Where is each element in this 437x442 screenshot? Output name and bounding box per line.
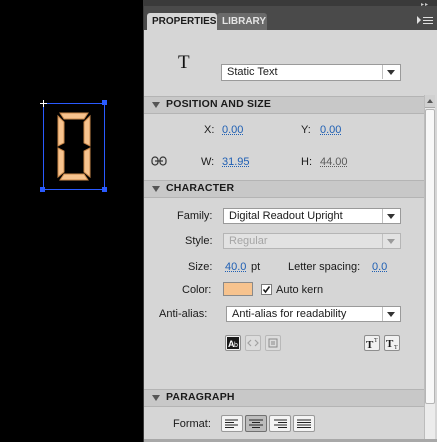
tab-library[interactable]: LIBRARY [217, 13, 267, 30]
section-title: CHARACTER [166, 182, 235, 194]
svg-text:T: T [386, 338, 394, 350]
text-color-swatch[interactable] [223, 282, 253, 296]
svg-text:T: T [394, 345, 398, 350]
svg-text:T: T [374, 338, 378, 344]
font-size-unit: pt [251, 261, 261, 273]
anti-alias-label: Anti-alias: [159, 308, 208, 320]
w-value[interactable]: 31.95 [222, 156, 250, 168]
superscript-icon: T T [366, 338, 378, 350]
collapse-arrows-icon[interactable]: ▸▸ [421, 1, 429, 8]
anti-alias-value: Anti-alias for readability [232, 308, 347, 320]
panel-tab-bar: ▸▸ PROPERTIES LIBRARY [144, 0, 437, 30]
y-value[interactable]: 0.00 [320, 124, 341, 136]
subscript-icon: T T [386, 338, 398, 350]
panel-content: T Static Text POSITION AND SIZE X: 0.00 … [144, 30, 424, 442]
html-tags-icon [247, 339, 259, 347]
panel-scrollbar[interactable] [424, 95, 435, 442]
align-left-button[interactable] [221, 415, 243, 432]
section-position-size[interactable]: POSITION AND SIZE [144, 96, 424, 114]
align-justify-icon [297, 419, 311, 428]
lock-proportions-icon[interactable] [151, 155, 167, 167]
checkmark-icon [262, 286, 271, 294]
stage[interactable] [0, 0, 143, 442]
text-type-dropdown[interactable]: Static Text [221, 64, 401, 81]
svg-text:T: T [366, 339, 374, 350]
panel-menu-icon[interactable] [415, 15, 433, 27]
disclosure-triangle-icon [152, 102, 160, 108]
show-border-button[interactable] [265, 335, 281, 351]
font-family-dropdown[interactable]: Digital Readout Upright [223, 208, 401, 224]
letter-spacing-label: Letter spacing: [288, 261, 361, 273]
x-value[interactable]: 0.00 [222, 124, 243, 136]
scroll-up-arrow-icon[interactable] [425, 95, 435, 108]
align-center-button[interactable] [245, 415, 267, 432]
seven-segment-digit-glyph [57, 112, 91, 181]
registration-point-icon [40, 100, 47, 107]
auto-kern-checkbox[interactable] [261, 284, 272, 295]
disclosure-triangle-icon [152, 395, 160, 401]
letter-spacing-value[interactable]: 0.0 [372, 261, 387, 273]
style-label: Style: [185, 235, 213, 247]
size-label: Size: [188, 261, 213, 273]
format-label: Format: [173, 418, 211, 430]
align-right-icon [274, 419, 287, 428]
svg-text:b: b [234, 342, 238, 349]
w-label: W: [201, 156, 215, 168]
h-value[interactable]: 44.00 [320, 156, 348, 168]
chevron-down-icon [382, 65, 400, 79]
section-paragraph[interactable]: PARAGRAPH [144, 389, 424, 407]
section-character[interactable]: CHARACTER [144, 180, 424, 198]
font-family-value: Digital Readout Upright [229, 210, 343, 222]
section-title: POSITION AND SIZE [166, 98, 272, 110]
panel-title-strip[interactable]: ▸▸ [144, 0, 437, 8]
y-label: Y: [301, 124, 311, 136]
disclosure-triangle-icon [152, 186, 160, 192]
align-right-button[interactable] [269, 415, 291, 432]
render-html-button[interactable] [245, 335, 261, 351]
h-label: H: [301, 156, 312, 168]
resize-handle-bottom-right[interactable] [102, 187, 107, 192]
x-label: X: [204, 124, 215, 136]
anti-alias-dropdown[interactable]: Anti-alias for readability [226, 306, 401, 322]
tab-properties[interactable]: PROPERTIES [147, 13, 217, 30]
chevron-down-icon [382, 234, 400, 248]
scrollbar-thumb[interactable] [425, 109, 435, 404]
chevron-down-icon [382, 209, 400, 223]
font-style-dropdown[interactable]: Regular [223, 233, 401, 249]
family-label: Family: [177, 210, 213, 222]
color-label: Color: [182, 284, 212, 296]
resize-handle-top-right[interactable] [102, 100, 107, 105]
auto-kern-label[interactable]: Auto kern [276, 284, 323, 296]
section-title: PARAGRAPH [166, 391, 235, 403]
superscript-button[interactable]: T T [364, 335, 380, 351]
text-type-value: Static Text [227, 66, 278, 78]
border-box-icon [268, 338, 278, 348]
resize-handle-bottom-left[interactable] [40, 187, 45, 192]
align-justify-button[interactable] [293, 415, 315, 432]
text-tool-icon: T [178, 52, 190, 73]
selectable-text-button[interactable]: A b [225, 335, 241, 351]
chevron-down-icon [382, 307, 400, 321]
font-size-value[interactable]: 40.0 [225, 261, 246, 273]
font-style-value: Regular [229, 235, 268, 247]
alignment-group [221, 415, 321, 432]
align-center-icon [249, 419, 263, 428]
subscript-button[interactable]: T T [384, 335, 400, 351]
properties-panel: ▸▸ PROPERTIES LIBRARY T Static Text POSI… [143, 0, 437, 442]
align-left-icon [225, 419, 238, 428]
selectable-text-icon: A b [227, 337, 239, 349]
